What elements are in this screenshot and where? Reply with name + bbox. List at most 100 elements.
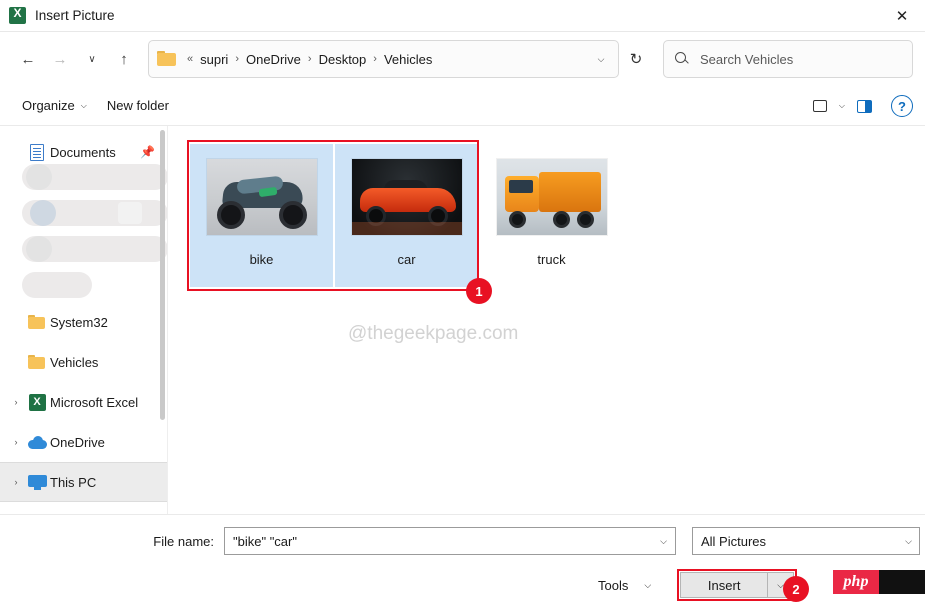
- forward-button[interactable]: →: [44, 43, 76, 75]
- breadcrumb-item-supri[interactable]: supri: [195, 49, 233, 70]
- php-logo: php: [833, 570, 879, 594]
- file-grid: bike car truck: [190, 144, 925, 287]
- file-type-value: All Pictures: [701, 533, 767, 549]
- excel-icon: [9, 6, 26, 24]
- breadcrumb-item-desktop[interactable]: Desktop: [314, 49, 372, 70]
- chevron-right-icon[interactable]: ›: [8, 397, 24, 407]
- preview-pane-button[interactable]: [851, 93, 877, 119]
- file-type-select[interactable]: All Pictures ⌵: [692, 527, 920, 555]
- folder-icon: [157, 51, 177, 67]
- file-name-value: "bike" "car": [233, 533, 297, 549]
- file-name-label: truck: [537, 252, 566, 267]
- sidebar-item-label: System32: [50, 314, 108, 330]
- placeholder-circle: [26, 236, 52, 262]
- cloud-icon: [24, 435, 50, 449]
- pin-icon[interactable]: 📌: [140, 145, 155, 159]
- back-button[interactable]: ←: [12, 43, 44, 75]
- pc-icon: [24, 474, 50, 490]
- up-button[interactable]: ↑: [108, 43, 140, 75]
- annotation-badge-1: 1: [466, 278, 492, 304]
- chevron-down-icon: ⌵: [80, 100, 87, 110]
- car-thumbnail-image: [351, 159, 462, 235]
- placeholder-pill: [118, 202, 142, 224]
- file-name-input[interactable]: "bike" "car" ⌵: [224, 527, 676, 555]
- footer-actions-row: Tools ⌵ Insert ⌵ 2: [0, 567, 925, 603]
- tools-button[interactable]: Tools ⌵: [592, 571, 657, 599]
- dialog-footer: File name: "bike" "car" ⌵ All Pictures ⌵…: [0, 514, 925, 614]
- breadcrumb-separator: ›: [307, 53, 312, 65]
- view-icon: [812, 100, 827, 112]
- organize-label: Organize: [22, 98, 75, 113]
- watermark: @thegeekpage.com: [348, 323, 519, 344]
- breadcrumb-separator: ›: [235, 53, 239, 65]
- sidebar-item-vehicles[interactable]: Vehicles: [0, 342, 167, 382]
- sidebar-placeholder-group: [0, 162, 167, 298]
- file-name-label: bike: [249, 252, 274, 267]
- command-bar: Organize ⌵ New folder ⌵ ?: [0, 86, 925, 126]
- new-folder-label: New folder: [106, 98, 169, 113]
- breadcrumb-item-onedrive[interactable]: OneDrive: [241, 49, 306, 70]
- sidebar-item-system32[interactable]: System32: [0, 302, 167, 342]
- file-name-row: File name: "bike" "car" ⌵ All Pictures ⌵: [0, 525, 925, 557]
- file-name-field-label: File name:: [153, 533, 214, 549]
- truck-thumbnail-image: [496, 159, 607, 235]
- file-list-pane[interactable]: bike car truck 1 @thegeekpage.com: [168, 126, 925, 514]
- thumbnail: [205, 158, 318, 236]
- document-icon: [24, 143, 50, 161]
- address-bar[interactable]: « supri › OneDrive › Desktop › Vehicles …: [148, 40, 619, 78]
- chevron-right-icon[interactable]: ›: [8, 477, 24, 487]
- dialog-body: Documents 📌 System32 Vehicles › X Micros…: [0, 126, 925, 514]
- php-overlay: php: [833, 570, 925, 594]
- sidebar-scrollbar[interactable]: [160, 130, 165, 420]
- view-options-button[interactable]: [807, 93, 833, 119]
- window-title: Insert Picture: [35, 8, 115, 23]
- preview-pane-icon: [856, 99, 872, 113]
- sidebar-item-label: Vehicles: [50, 354, 99, 370]
- breadcrumb-separator: «: [187, 53, 194, 65]
- sidebar-item-microsoft-excel[interactable]: › X Microsoft Excel: [0, 382, 167, 422]
- breadcrumb-item-vehicles[interactable]: Vehicles: [379, 49, 437, 70]
- search-input[interactable]: Search Vehicles: [663, 40, 913, 78]
- chevron-right-icon[interactable]: ›: [8, 437, 24, 447]
- help-button[interactable]: ?: [891, 95, 913, 117]
- breadcrumb: « supri › OneDrive › Desktop › Vehicles: [185, 49, 588, 70]
- file-item-car[interactable]: car: [335, 144, 478, 287]
- thumbnail: [350, 158, 463, 236]
- placeholder-pill: [22, 272, 92, 298]
- navigation-bar: ← → ∨ ↑ « supri › OneDrive › Desktop › V…: [0, 32, 925, 86]
- new-folder-button[interactable]: New folder: [97, 92, 179, 120]
- php-overlay-block: [879, 570, 925, 594]
- search-placeholder: Search Vehicles: [700, 51, 794, 67]
- excel-icon: X: [24, 393, 50, 411]
- chevron-down-icon[interactable]: ⌵: [656, 536, 671, 547]
- breadcrumb-separator: ›: [373, 53, 377, 65]
- tools-label: Tools: [598, 577, 629, 593]
- refresh-icon[interactable]: ↻: [619, 44, 653, 74]
- folder-icon: [24, 314, 50, 330]
- file-item-bike[interactable]: bike: [190, 144, 333, 287]
- placeholder-circle: [30, 200, 56, 226]
- sidebar-item-onedrive[interactable]: › OneDrive: [0, 422, 167, 462]
- sidebar-item-label: OneDrive: [50, 434, 105, 450]
- title-bar: Insert Picture ✕: [0, 0, 925, 32]
- chevron-down-icon[interactable]: ⌵: [905, 536, 912, 547]
- recent-locations-button[interactable]: ∨: [76, 43, 108, 75]
- placeholder-circle: [26, 164, 52, 190]
- annotation-badge-2: 2: [783, 576, 809, 602]
- search-icon: [674, 51, 690, 67]
- sidebar-item-label: Documents: [50, 144, 116, 160]
- navigation-pane: Documents 📌 System32 Vehicles › X Micros…: [0, 126, 168, 514]
- chevron-down-icon[interactable]: ⌵: [588, 44, 614, 74]
- folder-icon: [24, 354, 50, 370]
- file-item-truck[interactable]: truck: [480, 144, 623, 287]
- insert-button[interactable]: Insert: [680, 572, 769, 598]
- command-bar-right: ⌵ ?: [807, 86, 913, 126]
- organize-button[interactable]: Organize ⌵: [12, 92, 97, 120]
- sidebar-item-label: Microsoft Excel: [50, 394, 139, 410]
- sidebar-item-label: This PC: [50, 474, 97, 490]
- chevron-down-icon: ⌵: [644, 579, 652, 590]
- chevron-down-icon[interactable]: ⌵: [839, 101, 845, 111]
- insert-button-group: Insert ⌵: [677, 569, 798, 601]
- close-icon[interactable]: ✕: [879, 0, 925, 32]
- sidebar-item-this-pc[interactable]: › This PC: [0, 462, 167, 502]
